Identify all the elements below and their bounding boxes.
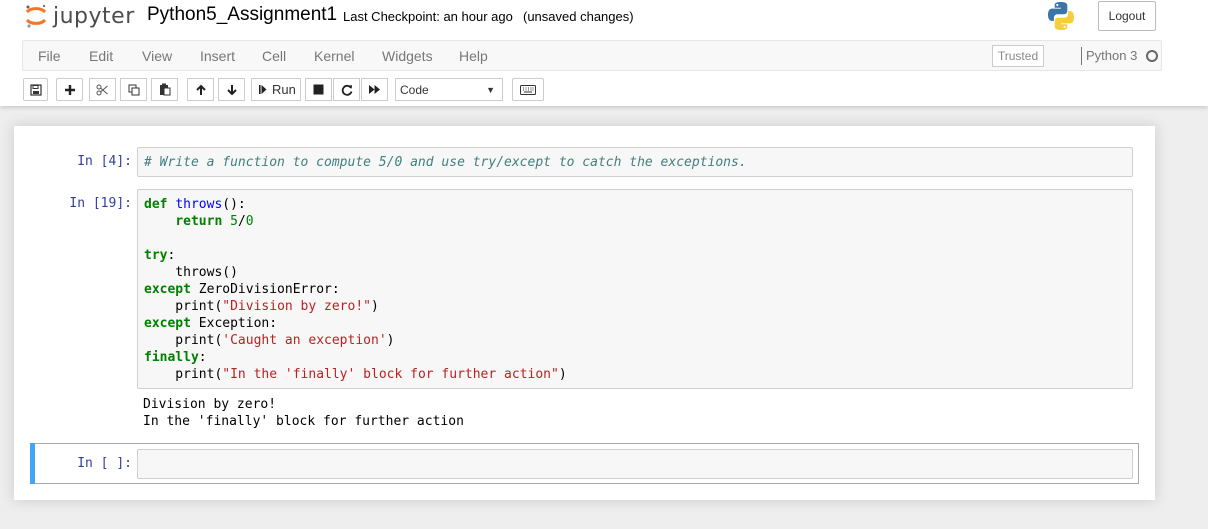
code-line: # Write a function to compute 5/0 and us… xyxy=(144,154,1132,171)
cut-icon xyxy=(96,84,108,95)
run-label: Run xyxy=(272,82,296,97)
code-token: print( xyxy=(144,367,223,382)
menu-edit[interactable]: Edit xyxy=(89,48,113,64)
code-token: except xyxy=(144,282,191,297)
run-button[interactable]: Run xyxy=(251,78,301,101)
plus-icon xyxy=(64,84,75,95)
interrupt-button[interactable] xyxy=(305,78,332,101)
code-token: try xyxy=(144,248,168,263)
output-line: Division by zero! xyxy=(143,397,277,412)
menu-widgets[interactable]: Widgets xyxy=(382,48,433,64)
move-up-button[interactable] xyxy=(187,78,214,101)
menu-view[interactable]: View xyxy=(142,48,172,64)
code-token: ) xyxy=(371,299,379,314)
menu-file[interactable]: File xyxy=(38,48,61,64)
code-token: 'Caught an exception' xyxy=(222,333,387,348)
code-token: "Division by zero!" xyxy=(222,299,371,314)
cell-prompt: In [4]: xyxy=(77,154,132,169)
logout-button[interactable]: Logout xyxy=(1098,1,1156,31)
code-token: 0 xyxy=(245,214,254,229)
cell-prompt: In [ ]: xyxy=(77,456,132,471)
save-button[interactable] xyxy=(23,78,48,101)
code-token: print( xyxy=(144,299,223,314)
notebook-title[interactable]: Python5_Assignment1 xyxy=(147,4,337,26)
paste-button[interactable] xyxy=(151,78,178,101)
code-cell-input[interactable] xyxy=(137,449,1133,479)
menu-insert[interactable]: Insert xyxy=(200,48,235,64)
code-cell-input[interactable]: def throws(): return 5/0 try: throws() exc… xyxy=(137,189,1133,389)
code-token: ) xyxy=(558,367,567,382)
code-line: def throws(): xyxy=(144,196,1132,213)
code-token: / xyxy=(237,214,246,229)
kernel-name: Python 3 xyxy=(1081,47,1137,65)
code-token: throws() xyxy=(144,265,238,280)
code-token: ) xyxy=(386,333,395,348)
code-token: # Write a function to compute 5/0 and us… xyxy=(144,155,747,170)
code-token: ZeroDivisionError: xyxy=(190,282,340,297)
menu-cell[interactable]: Cell xyxy=(262,48,286,64)
save-icon xyxy=(29,83,42,96)
code-token: 5 xyxy=(230,214,238,229)
restart-run-all-button[interactable] xyxy=(361,78,388,101)
cell-prompt: In [19]: xyxy=(69,196,132,211)
jupyter-logo[interactable]: jupyter xyxy=(25,2,135,30)
code-token: finally xyxy=(144,350,199,365)
code-token: return xyxy=(175,214,223,229)
move-down-button[interactable] xyxy=(218,78,245,101)
python-logo-icon xyxy=(1048,2,1074,30)
paste-icon xyxy=(159,83,170,96)
trusted-indicator[interactable]: Trusted xyxy=(992,45,1044,67)
code-line: print("Division by zero!") xyxy=(144,298,1132,315)
code-line: return 5/0 xyxy=(144,213,1132,230)
code-line: except Exception: xyxy=(144,315,1132,332)
code-line: finally: xyxy=(144,349,1132,366)
cut-button[interactable] xyxy=(89,78,116,101)
logo-text: jupyter xyxy=(53,3,135,29)
code-token: def xyxy=(144,197,168,212)
stop-icon xyxy=(313,84,324,95)
autosave-status: (unsaved changes) xyxy=(523,9,634,24)
keyboard-icon xyxy=(520,84,536,95)
menu-kernel[interactable]: Kernel xyxy=(314,48,354,64)
output-line: In the 'finally' block for further actio… xyxy=(143,414,464,429)
code-line: try: xyxy=(144,247,1132,264)
menu-help[interactable]: Help xyxy=(459,48,488,64)
command-palette-button[interactable] xyxy=(512,78,544,101)
checkpoint-status: Last Checkpoint: an hour ago xyxy=(343,9,513,24)
insert-cell-button[interactable] xyxy=(56,78,83,101)
code-token: (): xyxy=(222,197,246,212)
code-token: print( xyxy=(144,333,223,348)
restart-button[interactable] xyxy=(333,78,360,101)
chevron-down-icon: ▼ xyxy=(486,85,495,95)
jupyter-logo-icon xyxy=(25,4,47,28)
cell-type-select[interactable]: Code ▼ xyxy=(395,78,503,101)
code-token: throws xyxy=(175,197,223,212)
code-token: "In the 'finally' block for further acti… xyxy=(222,367,559,382)
header: jupyter Python5_Assignment1 Last Checkpo… xyxy=(0,0,1208,106)
kernel-idle-icon xyxy=(1146,50,1158,62)
code-line: throws() xyxy=(144,264,1132,281)
notebook-container: In [4]: # Write a function to compute 5/… xyxy=(14,126,1155,500)
menubar: File Edit View Insert Cell Kernel Widget… xyxy=(22,40,1162,71)
restart-icon xyxy=(341,84,352,96)
step-forward-icon xyxy=(259,85,267,94)
code-token: : xyxy=(198,350,207,365)
code-token: Exception: xyxy=(190,316,278,331)
code-token: : xyxy=(167,248,176,263)
cell-type-value: Code xyxy=(400,83,429,97)
code-line: print("In the 'finally' block for furthe… xyxy=(144,366,1132,383)
fast-forward-icon xyxy=(369,85,380,94)
arrow-up-icon xyxy=(195,84,206,95)
code-line: except ZeroDivisionError: xyxy=(144,281,1132,298)
arrow-down-icon xyxy=(226,84,237,95)
code-cell-input[interactable]: # Write a function to compute 5/0 and us… xyxy=(137,147,1133,177)
copy-icon xyxy=(128,84,139,95)
copy-button[interactable] xyxy=(120,78,147,101)
code-token: except xyxy=(144,316,191,331)
code-line: print('Caught an exception') xyxy=(144,332,1132,349)
